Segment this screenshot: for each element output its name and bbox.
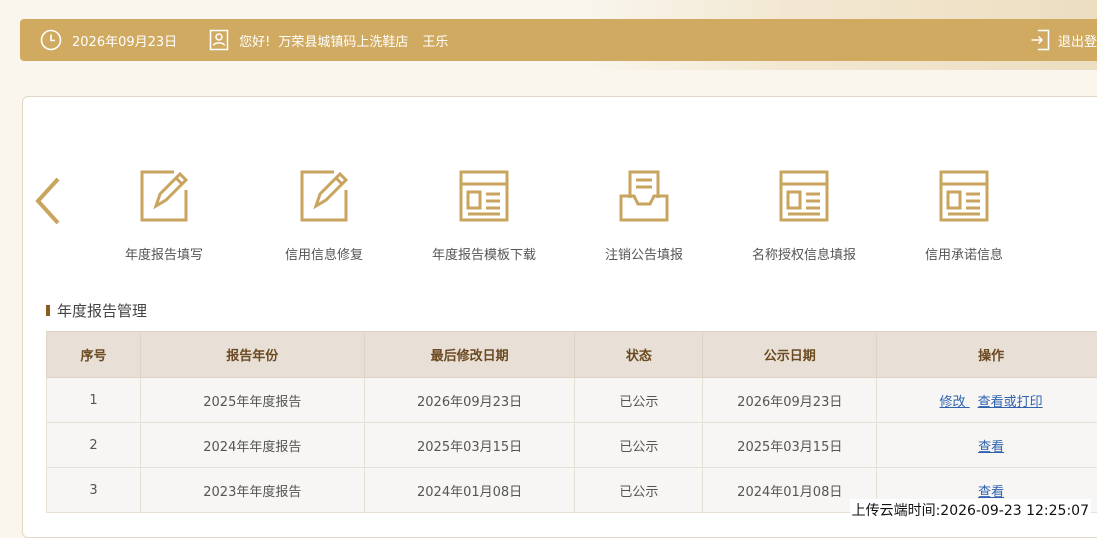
user-info: 您好! 万荣县城镇码上洗鞋店 王乐 xyxy=(209,29,448,51)
func-label: 信用信息修复 xyxy=(254,244,394,263)
func-credit-repair[interactable]: 信用信息修复 xyxy=(254,168,394,263)
func-credit-commitment[interactable]: 信用承诺信息 xyxy=(894,168,1034,263)
edit-link[interactable]: 修改 xyxy=(940,395,970,410)
cell-year: 2023年年度报告 xyxy=(140,468,364,513)
func-cancellation-notice[interactable]: 注销公告填报 xyxy=(574,168,714,263)
cell-actions: 查看 xyxy=(877,423,1097,468)
logout-label: 退出登 xyxy=(1058,31,1097,50)
date-display: 2026年09月23日 xyxy=(40,29,177,51)
table-row: 1 2025年年度报告 2026年09月23日 已公示 2026年09月23日 … xyxy=(47,378,1097,423)
user-name: 王乐 xyxy=(422,31,448,50)
cell-actions: 修改 查看或打印 xyxy=(877,378,1097,423)
annual-report-table: 序号 报告年份 最后修改日期 状态 公示日期 操作 1 2025年年度报告 20… xyxy=(46,331,1097,513)
cell-index: 3 xyxy=(47,468,141,513)
func-label: 信用承诺信息 xyxy=(894,244,1034,263)
document-icon xyxy=(778,168,830,226)
view-print-link[interactable]: 查看或打印 xyxy=(978,395,1043,410)
cell-published: 2026年09月23日 xyxy=(703,378,877,423)
view-link[interactable]: 查看 xyxy=(978,440,1004,455)
document-icon xyxy=(458,168,510,226)
cell-modified: 2024年01月08日 xyxy=(364,468,575,513)
company-name: 万荣县城镇码上洗鞋店 xyxy=(278,31,408,50)
date-text: 2026年09月23日 xyxy=(72,31,177,50)
user-card-icon xyxy=(209,29,229,51)
greeting-text: 您好! xyxy=(239,31,270,50)
func-annual-report-fill[interactable]: 年度报告填写 xyxy=(94,168,234,263)
col-header-modified: 最后修改日期 xyxy=(364,332,575,378)
func-template-download[interactable]: 年度报告模板下载 xyxy=(414,168,554,263)
col-header-index: 序号 xyxy=(47,332,141,378)
clock-icon xyxy=(40,29,62,51)
col-header-year: 报告年份 xyxy=(140,332,364,378)
func-label: 年度报告填写 xyxy=(94,244,234,263)
section-title: 年度报告管理 xyxy=(46,300,147,321)
func-name-authorization[interactable]: 名称授权信息填报 xyxy=(734,168,874,263)
cell-status: 已公示 xyxy=(575,468,703,513)
cell-modified: 2025年03月15日 xyxy=(364,423,575,468)
col-header-status: 状态 xyxy=(575,332,703,378)
cell-index: 1 xyxy=(47,378,141,423)
cell-index: 2 xyxy=(47,423,141,468)
previous-arrow-button[interactable] xyxy=(30,175,66,227)
cell-modified: 2026年09月23日 xyxy=(364,378,575,423)
section-title-text: 年度报告管理 xyxy=(57,300,147,321)
cell-status: 已公示 xyxy=(575,423,703,468)
col-header-published: 公示日期 xyxy=(703,332,877,378)
inbox-icon xyxy=(618,168,670,226)
table-header-row: 序号 报告年份 最后修改日期 状态 公示日期 操作 xyxy=(47,332,1097,378)
top-bar: 2026年09月23日 您好! 万荣县城镇码上洗鞋店 王乐 退出登 xyxy=(20,19,1097,61)
func-label: 年度报告模板下载 xyxy=(414,244,554,263)
cell-year: 2025年年度报告 xyxy=(140,378,364,423)
edit-icon xyxy=(298,168,350,226)
document-icon xyxy=(938,168,990,226)
cell-year: 2024年年度报告 xyxy=(140,423,364,468)
chevron-left-icon xyxy=(30,175,66,227)
func-label: 名称授权信息填报 xyxy=(734,244,874,263)
cell-published: 2025年03月15日 xyxy=(703,423,877,468)
func-label: 注销公告填报 xyxy=(574,244,714,263)
section-marker xyxy=(46,305,50,316)
logout-button[interactable]: 退出登 xyxy=(1030,19,1097,61)
upload-timestamp: 上传云端时间:2026-09-23 12:25:07 xyxy=(850,499,1091,521)
cell-status: 已公示 xyxy=(575,378,703,423)
logout-icon xyxy=(1030,29,1050,51)
view-link[interactable]: 查看 xyxy=(978,485,1004,500)
col-header-actions: 操作 xyxy=(877,332,1097,378)
table-row: 2 2024年年度报告 2025年03月15日 已公示 2025年03月15日 … xyxy=(47,423,1097,468)
edit-icon xyxy=(138,168,190,226)
